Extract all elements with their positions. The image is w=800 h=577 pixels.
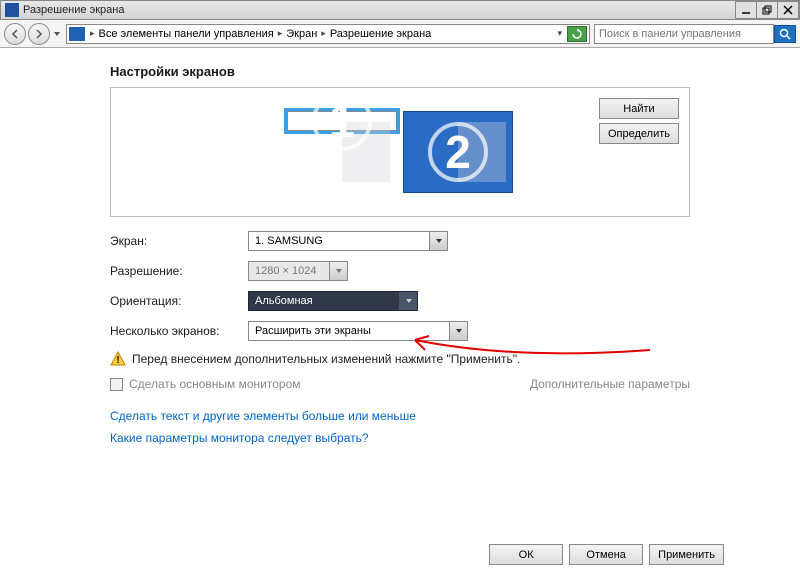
- resolution-select[interactable]: 1280 × 1024: [248, 261, 348, 281]
- minimize-button[interactable]: [735, 1, 757, 19]
- monitor-2[interactable]: 2: [403, 111, 513, 193]
- breadcrumb-seg[interactable]: Разрешение экрана: [329, 28, 432, 40]
- search-bar[interactable]: [594, 24, 774, 44]
- breadcrumb-seg[interactable]: Все элементы панели управления: [98, 28, 275, 40]
- search-button[interactable]: [774, 25, 796, 43]
- monitor-preview-zone: 1 2 Найти Определить: [110, 87, 690, 217]
- chevron-down-icon[interactable]: ▾: [554, 28, 565, 39]
- address-bar[interactable]: ▸ Все элементы панели управления ▸ Экран…: [66, 24, 590, 44]
- content-area: Настройки экранов 1 2 Найти Определить Э…: [0, 48, 800, 445]
- chevron-down-icon: [449, 322, 467, 340]
- search-input[interactable]: [595, 28, 773, 40]
- breadcrumb-seg[interactable]: Экран: [285, 28, 318, 40]
- chevron-icon: ▸: [275, 28, 286, 39]
- control-panel-icon: [69, 27, 85, 41]
- monitor-1[interactable]: 1: [287, 111, 397, 131]
- warning-icon: !: [110, 351, 126, 367]
- back-button[interactable]: [4, 23, 26, 45]
- chevron-down-icon: [399, 292, 417, 310]
- ok-button[interactable]: ОК: [489, 544, 563, 565]
- refresh-button[interactable]: [567, 26, 587, 42]
- chevron-icon: ▸: [318, 28, 329, 39]
- find-button[interactable]: Найти: [599, 98, 679, 119]
- cancel-button[interactable]: Отмена: [569, 544, 643, 565]
- forward-button[interactable]: [28, 23, 50, 45]
- orientation-select[interactable]: Альбомная: [248, 291, 418, 311]
- warning-text: Перед внесением дополнительных изменений…: [132, 352, 520, 366]
- window-title: Разрешение экрана: [23, 4, 736, 16]
- chevron-icon: ▸: [87, 28, 98, 39]
- chevron-down-icon: [329, 262, 347, 280]
- page-title: Настройки экранов: [110, 64, 690, 79]
- restore-button[interactable]: [756, 1, 778, 19]
- orientation-label: Ориентация:: [110, 294, 248, 308]
- screen-select[interactable]: 1. SAMSUNG: [248, 231, 448, 251]
- identify-button[interactable]: Определить: [599, 123, 679, 144]
- screen-label: Экран:: [110, 234, 248, 248]
- which-monitor-link[interactable]: Какие параметры монитора следует выбрать…: [110, 431, 690, 445]
- close-button[interactable]: [777, 1, 799, 19]
- chevron-down-icon: [429, 232, 447, 250]
- history-dropdown[interactable]: [52, 26, 62, 42]
- svg-text:!: !: [116, 355, 119, 366]
- titlebar: Разрешение экрана: [0, 0, 800, 20]
- resolution-label: Разрешение:: [110, 264, 248, 278]
- primary-monitor-label: Сделать основным монитором: [129, 377, 530, 391]
- primary-monitor-checkbox[interactable]: [110, 378, 123, 391]
- apply-button[interactable]: Применить: [649, 544, 724, 565]
- text-size-link[interactable]: Сделать текст и другие элементы больше и…: [110, 409, 690, 423]
- advanced-settings-link[interactable]: Дополнительные параметры: [530, 377, 690, 391]
- app-icon: [5, 3, 19, 17]
- multiple-screens-select[interactable]: Расширить эти экраны: [248, 321, 468, 341]
- toolbar: ▸ Все элементы панели управления ▸ Экран…: [0, 20, 800, 48]
- multiple-label: Несколько экранов:: [110, 324, 248, 338]
- footer-buttons: ОК Отмена Применить: [0, 544, 800, 565]
